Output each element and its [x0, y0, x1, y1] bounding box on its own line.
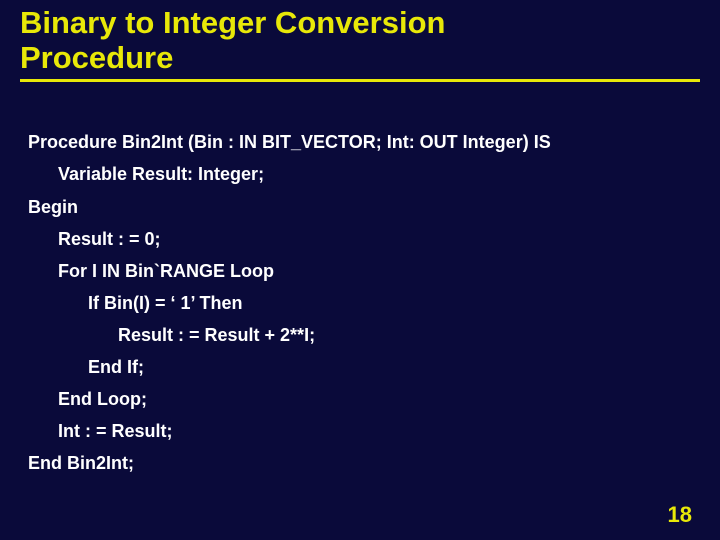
code-line: Result : = Result + 2**I; [28, 319, 720, 351]
code-listing: Procedure Bin2Int (Bin : IN BIT_VECTOR; … [0, 82, 720, 478]
code-line: Begin [28, 191, 720, 223]
page-number: 18 [668, 502, 692, 528]
code-line: Procedure Bin2Int (Bin : IN BIT_VECTOR; … [28, 126, 720, 158]
slide-title-line2: Procedure [20, 41, 700, 76]
code-line: Variable Result: Integer; [28, 158, 720, 190]
code-line: Result : = 0; [28, 223, 720, 255]
code-line: End Bin2Int; [28, 447, 720, 479]
slide-title-line1: Binary to Integer Conversion [20, 6, 700, 41]
code-line: Int : = Result; [28, 415, 720, 447]
code-line: End If; [28, 351, 720, 383]
code-line: If Bin(I) = ‘ 1’ Then [28, 287, 720, 319]
code-line: For I IN Bin`RANGE Loop [28, 255, 720, 287]
code-line: End Loop; [28, 383, 720, 415]
slide-title-block: Binary to Integer Conversion Procedure [0, 0, 720, 82]
